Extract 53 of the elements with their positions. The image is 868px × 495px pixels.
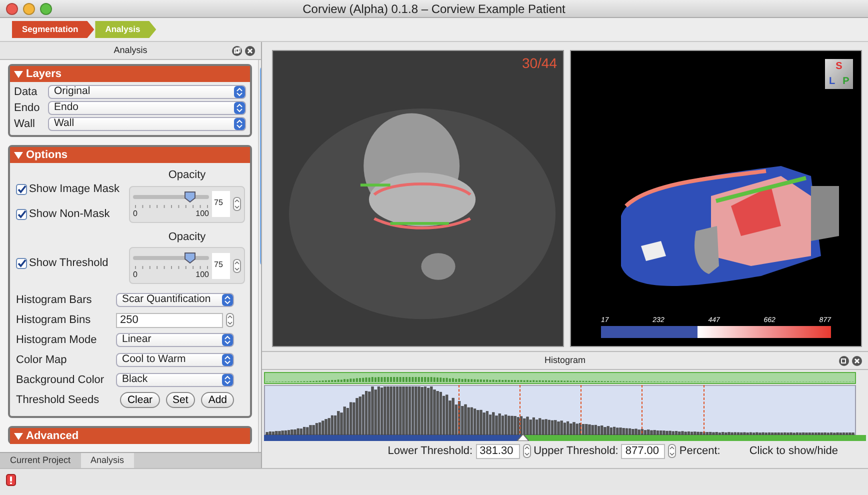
panel-title: Analysis	[114, 44, 148, 57]
seed-button[interactable]: Set	[166, 392, 196, 408]
panel-tab[interactable]: Current Project	[0, 453, 81, 468]
field-label: Color Map	[16, 352, 68, 368]
threshold-field[interactable]: 877.00	[621, 444, 666, 458]
min-label: 0	[133, 208, 138, 220]
panel-tab[interactable]: Analysis	[80, 453, 134, 468]
field-label: Background Color	[16, 372, 106, 388]
seed-button[interactable]: Add	[201, 392, 234, 408]
checkbox-label: Show Threshold	[29, 256, 108, 271]
axis-label: S	[834, 60, 844, 74]
threshold-label: Upper Threshold:	[534, 444, 618, 459]
section-header[interactable]: Advanced	[10, 428, 250, 444]
axis-label: L	[828, 75, 836, 89]
max-label: 100	[196, 208, 209, 220]
opacity-heading: Opacity	[168, 230, 206, 244]
seed-button[interactable]: Clear	[120, 392, 160, 408]
dropdown[interactable]: Scar Quantification	[116, 293, 234, 307]
percent-label: Percent:	[679, 444, 720, 459]
opacity-heading: Opacity	[168, 168, 206, 183]
dropdown[interactable]: Linear	[116, 333, 234, 347]
field-label: Endo	[14, 100, 41, 116]
dropdown[interactable]: Cool to Warm	[116, 353, 234, 367]
section-header[interactable]: Layers	[10, 66, 250, 82]
section-header[interactable]: Options	[10, 147, 250, 163]
value-field[interactable]: 75	[212, 252, 230, 278]
panel-title: Histogram	[544, 354, 586, 367]
section-title: Advanced	[26, 429, 79, 444]
checkbox-label: Show Non-Mask	[29, 206, 110, 222]
checkbox-label: Show Image Mask	[29, 182, 120, 198]
section-title: Options	[26, 148, 68, 163]
min-label: 0	[133, 269, 138, 281]
threshold-field[interactable]: 381.30	[476, 444, 520, 458]
dropdown[interactable]: Endo	[48, 101, 246, 115]
field-label: Histogram Bars	[16, 292, 93, 308]
threshold-label: Lower Threshold:	[388, 444, 473, 459]
max-label: 100	[196, 269, 209, 281]
field-label: Histogram Mode	[16, 332, 98, 348]
slice-counter: 30/44	[522, 54, 557, 73]
number-field[interactable]: 250	[116, 312, 223, 328]
dropdown[interactable]: Original	[48, 85, 246, 99]
section-title: Layers	[26, 67, 62, 82]
workflow-step[interactable]: Segmentation	[12, 21, 94, 38]
field-label: Wall	[14, 116, 36, 132]
field-label: Threshold Seeds	[16, 392, 100, 408]
dropdown[interactable]: Wall	[48, 117, 246, 131]
field-label: Histogram Bins	[16, 312, 92, 328]
axis-label: P	[842, 75, 850, 89]
value-field[interactable]: 75	[212, 191, 230, 217]
field-label: Data	[14, 84, 38, 100]
window-title: Corview (Alpha) 0.1.8 – Corview Example Patient	[302, 2, 566, 16]
dropdown[interactable]: Black	[116, 373, 234, 387]
toggle-link[interactable]: Click to show/hide	[749, 442, 838, 460]
